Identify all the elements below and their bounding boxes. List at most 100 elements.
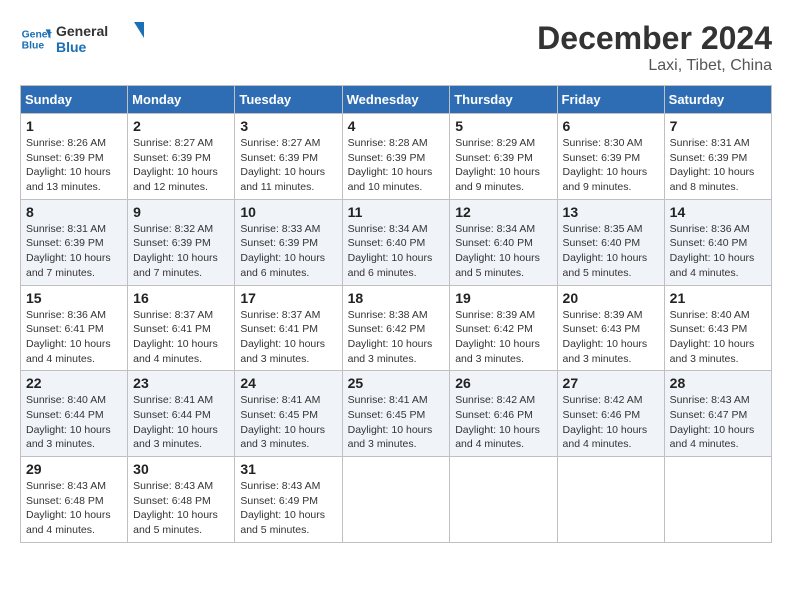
day-info: Sunrise: 8:38 AMSunset: 6:42 PMDaylight:…: [348, 308, 445, 367]
day-number: 17: [240, 290, 336, 306]
calendar-cell: 18 Sunrise: 8:38 AMSunset: 6:42 PMDayligh…: [342, 285, 450, 371]
calendar-cell: 5 Sunrise: 8:29 AMSunset: 6:39 PMDaylight…: [450, 114, 557, 200]
calendar-cell: 4Sunrise: 8:28 AMSunset: 6:39 PMDaylight…: [342, 114, 450, 200]
location-title: Laxi, Tibet, China: [537, 57, 772, 75]
calendar-cell: 22Sunrise: 8:40 AMSunset: 6:44 PMDayligh…: [21, 371, 128, 457]
day-info: Sunrise: 8:39 AMSunset: 6:43 PMDaylight:…: [563, 308, 659, 367]
calendar-cell: 31 Sunrise: 8:43 AMSunset: 6:49 PMDayligh…: [235, 457, 342, 543]
day-number: 18: [348, 290, 445, 306]
weekday-header-tuesday: Tuesday: [235, 86, 342, 114]
calendar-cell: 1 Sunrise: 8:26 AMSunset: 6:39 PMDaylight…: [21, 114, 128, 200]
logo-icon: General Blue: [20, 23, 52, 55]
weekday-header-sunday: Sunday: [21, 86, 128, 114]
weekday-header-monday: Monday: [128, 86, 235, 114]
calendar-cell: 13 Sunrise: 8:35 AMSunset: 6:40 PMDayligh…: [557, 199, 664, 285]
calendar-cell: 21 Sunrise: 8:40 AMSunset: 6:43 PMDayligh…: [664, 285, 771, 371]
day-info: Sunrise: 8:30 AMSunset: 6:39 PMDaylight:…: [563, 136, 659, 195]
calendar-week-row: 8Sunrise: 8:31 AMSunset: 6:39 PMDaylight…: [21, 199, 772, 285]
calendar-cell: 29 Sunrise: 8:43 AMSunset: 6:48 PMDayligh…: [21, 457, 128, 543]
day-info: Sunrise: 8:37 AMSunset: 6:41 PMDaylight:…: [240, 308, 336, 367]
day-info: Sunrise: 8:43 AMSunset: 6:48 PMDaylight:…: [26, 479, 122, 538]
day-number: 3: [240, 118, 336, 134]
day-number: 5: [455, 118, 551, 134]
calendar-cell: 24 Sunrise: 8:41 AMSunset: 6:45 PMDayligh…: [235, 371, 342, 457]
calendar-cell: 10 Sunrise: 8:33 AMSunset: 6:39 PMDayligh…: [235, 199, 342, 285]
calendar-week-row: 22Sunrise: 8:40 AMSunset: 6:44 PMDayligh…: [21, 371, 772, 457]
calendar-week-row: 29 Sunrise: 8:43 AMSunset: 6:48 PMDayligh…: [21, 457, 772, 543]
day-info: Sunrise: 8:34 AMSunset: 6:40 PMDaylight:…: [348, 222, 445, 281]
calendar-cell: 12 Sunrise: 8:34 AMSunset: 6:40 PMDayligh…: [450, 199, 557, 285]
calendar-cell: 15 Sunrise: 8:36 AMSunset: 6:41 PMDayligh…: [21, 285, 128, 371]
calendar-cell: 19Sunrise: 8:39 AMSunset: 6:42 PMDayligh…: [450, 285, 557, 371]
day-info: Sunrise: 8:36 AMSunset: 6:41 PMDaylight:…: [26, 308, 122, 367]
day-info: Sunrise: 8:32 AMSunset: 6:39 PMDaylight:…: [133, 222, 229, 281]
calendar-cell: [557, 457, 664, 543]
day-info: Sunrise: 8:33 AMSunset: 6:39 PMDaylight:…: [240, 222, 336, 281]
day-number: 20: [563, 290, 659, 306]
weekday-header-row: SundayMondayTuesdayWednesdayThursdayFrid…: [21, 86, 772, 114]
day-number: 30: [133, 461, 229, 477]
svg-text:General: General: [56, 23, 108, 39]
calendar-cell: 27 Sunrise: 8:42 AMSunset: 6:46 PMDayligh…: [557, 371, 664, 457]
day-number: 9: [133, 204, 229, 220]
logo-svg: General Blue: [56, 20, 146, 58]
day-number: 12: [455, 204, 551, 220]
day-number: 19: [455, 290, 551, 306]
day-info: Sunrise: 8:29 AMSunset: 6:39 PMDaylight:…: [455, 136, 551, 195]
svg-text:Blue: Blue: [56, 39, 87, 55]
weekday-header-friday: Friday: [557, 86, 664, 114]
day-number: 26: [455, 375, 551, 391]
day-number: 2: [133, 118, 229, 134]
day-number: 25: [348, 375, 445, 391]
day-number: 31: [240, 461, 336, 477]
month-title: December 2024: [537, 20, 772, 57]
day-number: 13: [563, 204, 659, 220]
calendar-cell: 28Sunrise: 8:43 AMSunset: 6:47 PMDayligh…: [664, 371, 771, 457]
day-info: Sunrise: 8:34 AMSunset: 6:40 PMDaylight:…: [455, 222, 551, 281]
day-info: Sunrise: 8:35 AMSunset: 6:40 PMDaylight:…: [563, 222, 659, 281]
header: General Blue General Blue December 2024 …: [20, 20, 772, 75]
day-number: 24: [240, 375, 336, 391]
day-info: Sunrise: 8:43 AMSunset: 6:49 PMDaylight:…: [240, 479, 336, 538]
calendar-week-row: 15 Sunrise: 8:36 AMSunset: 6:41 PMDayligh…: [21, 285, 772, 371]
day-number: 29: [26, 461, 122, 477]
calendar-cell: 26Sunrise: 8:42 AMSunset: 6:46 PMDayligh…: [450, 371, 557, 457]
day-info: Sunrise: 8:40 AMSunset: 6:43 PMDaylight:…: [670, 308, 766, 367]
day-number: 14: [670, 204, 766, 220]
day-number: 7: [670, 118, 766, 134]
calendar-week-row: 1 Sunrise: 8:26 AMSunset: 6:39 PMDaylight…: [21, 114, 772, 200]
day-number: 15: [26, 290, 122, 306]
day-info: Sunrise: 8:41 AMSunset: 6:45 PMDaylight:…: [240, 393, 336, 452]
calendar-cell: [450, 457, 557, 543]
calendar-cell: 7Sunrise: 8:31 AMSunset: 6:39 PMDaylight…: [664, 114, 771, 200]
logo: General Blue General Blue: [20, 20, 146, 58]
weekday-header-wednesday: Wednesday: [342, 86, 450, 114]
calendar-cell: 9 Sunrise: 8:32 AMSunset: 6:39 PMDaylight…: [128, 199, 235, 285]
day-number: 28: [670, 375, 766, 391]
day-number: 23: [133, 375, 229, 391]
day-info: Sunrise: 8:43 AMSunset: 6:48 PMDaylight:…: [133, 479, 229, 538]
calendar-cell: 8Sunrise: 8:31 AMSunset: 6:39 PMDaylight…: [21, 199, 128, 285]
day-number: 6: [563, 118, 659, 134]
calendar-cell: 30 Sunrise: 8:43 AMSunset: 6:48 PMDayligh…: [128, 457, 235, 543]
day-info: Sunrise: 8:28 AMSunset: 6:39 PMDaylight:…: [348, 136, 445, 195]
day-number: 8: [26, 204, 122, 220]
day-number: 21: [670, 290, 766, 306]
day-info: Sunrise: 8:37 AMSunset: 6:41 PMDaylight:…: [133, 308, 229, 367]
calendar-cell: [342, 457, 450, 543]
calendar-cell: 25 Sunrise: 8:41 AMSunset: 6:45 PMDayligh…: [342, 371, 450, 457]
svg-text:Blue: Blue: [22, 41, 45, 52]
day-info: Sunrise: 8:42 AMSunset: 6:46 PMDaylight:…: [563, 393, 659, 452]
day-info: Sunrise: 8:27 AMSunset: 6:39 PMDaylight:…: [133, 136, 229, 195]
day-info: Sunrise: 8:27 AMSunset: 6:39 PMDaylight:…: [240, 136, 336, 195]
day-info: Sunrise: 8:26 AMSunset: 6:39 PMDaylight:…: [26, 136, 122, 195]
day-info: Sunrise: 8:36 AMSunset: 6:40 PMDaylight:…: [670, 222, 766, 281]
day-info: Sunrise: 8:41 AMSunset: 6:45 PMDaylight:…: [348, 393, 445, 452]
day-number: 27: [563, 375, 659, 391]
day-info: Sunrise: 8:41 AMSunset: 6:44 PMDaylight:…: [133, 393, 229, 452]
day-number: 10: [240, 204, 336, 220]
day-number: 1: [26, 118, 122, 134]
weekday-header-thursday: Thursday: [450, 86, 557, 114]
calendar-cell: 11Sunrise: 8:34 AMSunset: 6:40 PMDayligh…: [342, 199, 450, 285]
calendar-cell: 20 Sunrise: 8:39 AMSunset: 6:43 PMDayligh…: [557, 285, 664, 371]
